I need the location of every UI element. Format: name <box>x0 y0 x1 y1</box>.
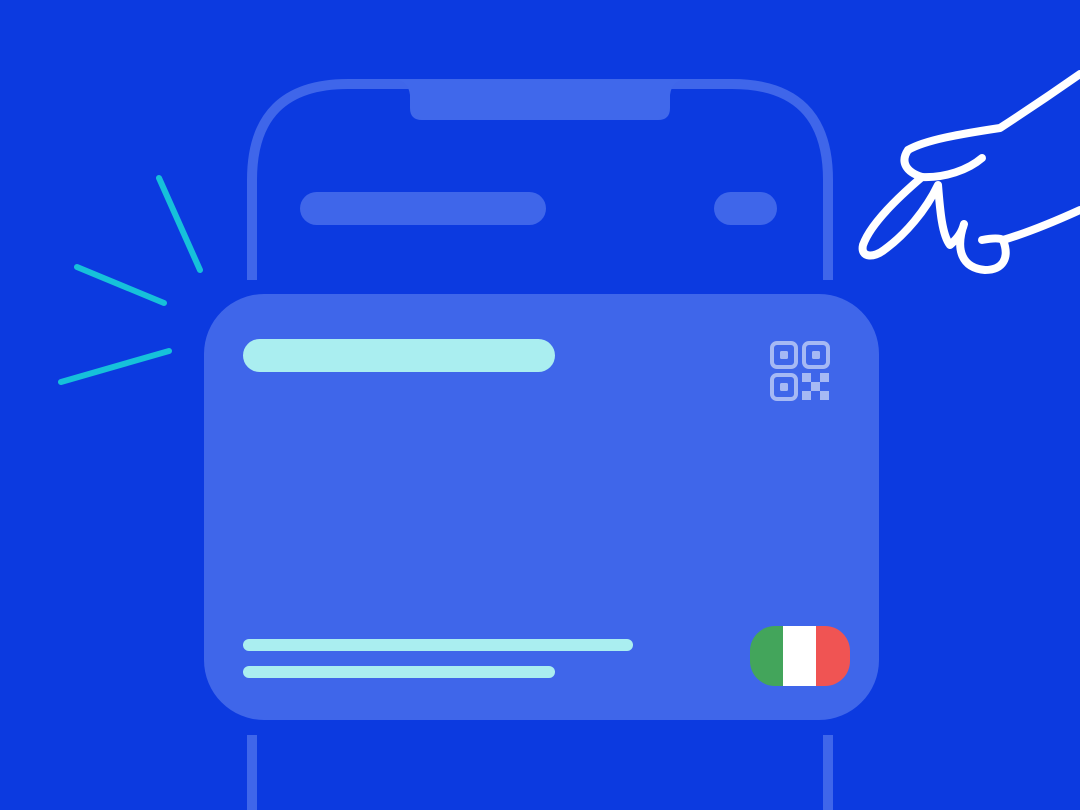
italy-flag-icon <box>750 626 850 686</box>
phone-notch <box>395 80 685 120</box>
card-title-placeholder <box>243 339 555 372</box>
card-line-placeholder-1 <box>243 639 633 651</box>
id-card <box>204 294 879 720</box>
flag-white-stripe <box>783 626 817 686</box>
phone-header-pill <box>714 192 777 225</box>
phone-header-placeholder <box>300 192 546 225</box>
illustration-stage <box>0 0 1080 810</box>
id-card-wallet-illustration <box>0 0 1080 810</box>
card-line-placeholder-2 <box>243 666 555 678</box>
